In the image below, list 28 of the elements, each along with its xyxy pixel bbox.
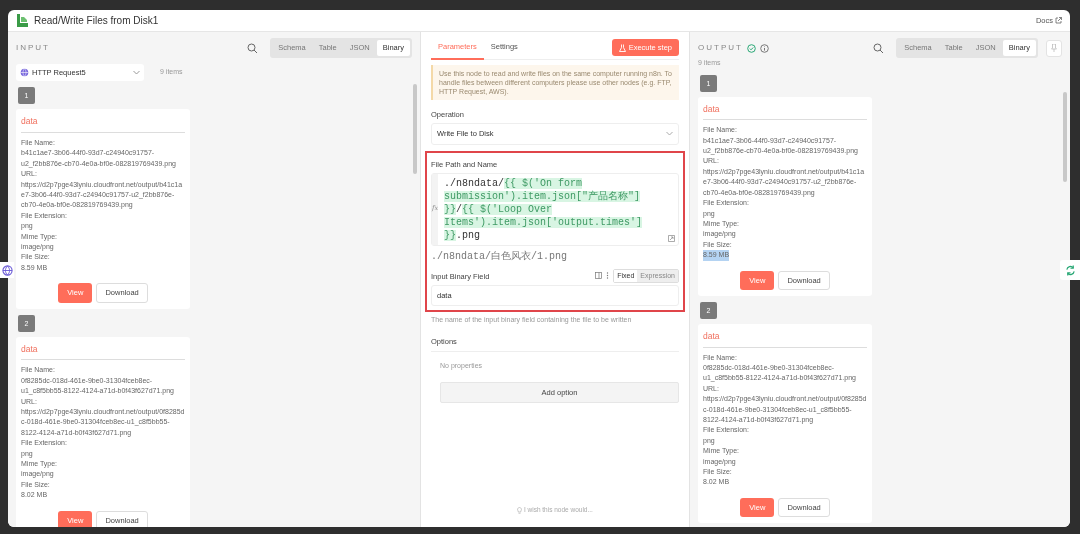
window-title: Read/Write Files from Disk1 — [34, 14, 159, 28]
chevron-down-icon — [666, 131, 673, 137]
success-check-icon — [746, 43, 756, 53]
search-icon — [873, 42, 885, 54]
chevron-down-icon — [133, 70, 140, 76]
flask-icon — [618, 43, 626, 52]
more-icon — [606, 272, 610, 280]
panel-icon — [595, 272, 603, 280]
pin-button[interactable] — [1046, 39, 1062, 57]
expression-preview: ./n8ndata/白色风衣/1.png — [431, 249, 568, 264]
scrollbar[interactable] — [1063, 92, 1067, 182]
panel-title: INPUT — [16, 42, 50, 54]
binary-property-name: data — [21, 340, 185, 361]
scrollbar[interactable] — [413, 84, 417, 174]
expand-icon — [668, 234, 675, 242]
globe-icon[interactable] — [0, 262, 14, 278]
info-icon — [759, 43, 769, 53]
binary-property-name: data — [703, 327, 867, 348]
refresh-icon[interactable] — [1060, 260, 1080, 280]
lightbulb-icon — [517, 507, 523, 515]
panel-title: OUTPUT — [698, 42, 743, 54]
binary-property-name: data — [703, 100, 867, 121]
globe-icon — [20, 68, 29, 78]
pin-icon — [1051, 44, 1057, 52]
binary-property-name: data — [21, 113, 185, 133]
search-icon — [247, 42, 259, 54]
file-node-icon — [16, 14, 28, 27]
external-link-icon — [1055, 17, 1062, 24]
